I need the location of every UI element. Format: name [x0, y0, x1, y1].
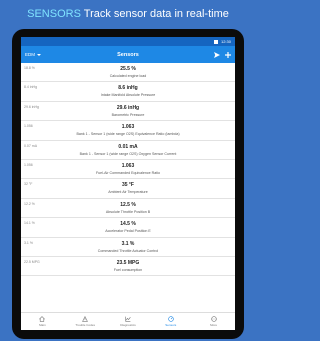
- sensor-name: Fuel consumption: [113, 267, 143, 272]
- sensor-list: 18.8 % 25.5 % Calculated engine load 8.4 in…: [21, 63, 235, 277]
- sensor-row[interactable]: 22.5 MPG 23.5 MPG Fuel consumption: [21, 257, 235, 277]
- nav-item-diagnostics[interactable]: Diagnostics: [113, 316, 143, 327]
- warning-icon: [82, 316, 89, 322]
- sensor-row[interactable]: 0.07 mA 0.01 mA Bank 1 - Sensor 1 (wide ra…: [21, 141, 235, 160]
- sensor-name: Bank 1 - Sensor 1 (wide range O2S) Oxyge…: [79, 151, 177, 156]
- sensor-name: Commanded Throttle Actuator Control: [97, 248, 159, 253]
- sensor-row[interactable]: 32 °F 35 °F Ambient Air Temperature: [21, 179, 235, 199]
- nav-item-label: More: [210, 323, 217, 327]
- sensor-value: 35 °F: [121, 182, 134, 189]
- sensor-row[interactable]: 1.056 1.063 Bank 1 - Sensor 1 (wide range …: [21, 121, 235, 141]
- sensor-value: 8.6 inHg: [118, 85, 138, 92]
- nav-item-label: Trouble Codes: [75, 323, 95, 327]
- sensor-value: 3.1 %: [121, 240, 135, 247]
- sensor-value: 23.5 MPG: [116, 259, 140, 266]
- bottom-navigation: Main Trouble Codes Diagnostics Sensors More: [21, 312, 235, 330]
- nav-item-main[interactable]: Main: [27, 316, 57, 327]
- status-time: 12:30: [220, 39, 231, 44]
- sensor-name: Absolute Throttle Position B: [105, 209, 151, 214]
- page-title: Sensors: [117, 51, 139, 58]
- nav-item-label: Diagnostics: [120, 323, 136, 327]
- send-icon[interactable]: [214, 51, 220, 58]
- sensor-row[interactable]: 14.1 % 14.5 % Accelerator Pedal Position E: [21, 218, 235, 238]
- unit-selector-label: EDM: [25, 52, 35, 57]
- promo-banner: SENSORS Track sensor data in real-time: [0, 4, 256, 24]
- chevron-down-icon: [37, 53, 41, 56]
- banner-tagline: Track sensor data in real-time: [83, 8, 229, 20]
- sensor-row[interactable]: 18.8 % 25.5 % Calculated engine load: [21, 63, 235, 83]
- nav-item-trouble-codes[interactable]: Trouble Codes: [70, 316, 100, 327]
- sensor-name: Barometric Pressure: [111, 112, 145, 117]
- home-icon: [39, 316, 46, 322]
- gauge-icon: [168, 316, 174, 322]
- chart-icon: [125, 316, 131, 322]
- sensor-row[interactable]: 29.6 inHg 29.6 inHg Barometric Pressure: [21, 102, 235, 122]
- status-bar: 12:30: [21, 37, 235, 46]
- sensor-row[interactable]: 3.1 % 3.1 % Commanded Throttle Actuator Co…: [21, 238, 235, 257]
- sensor-row[interactable]: 12.2 % 12.5 % Absolute Throttle Position B: [21, 199, 235, 219]
- sensor-value: 0.01 mA: [118, 143, 138, 150]
- nav-item-label: Sensors: [165, 323, 177, 327]
- sensor-value: 29.6 inHg: [116, 104, 140, 111]
- nav-item-more[interactable]: More: [199, 316, 229, 327]
- sensor-row[interactable]: 1.056 1.063 Fuel-Air Commanded Equivalence…: [21, 160, 235, 180]
- sensor-name: Accelerator Pedal Position E: [105, 229, 151, 234]
- sensor-name: Fuel-Air Commanded Equivalence Ratio: [95, 170, 161, 175]
- nav-item-label: Main: [39, 323, 46, 327]
- more-icon: [210, 316, 217, 322]
- banner-brand: SENSORS: [27, 8, 81, 20]
- nav-item-sensors[interactable]: Sensors: [156, 316, 186, 327]
- sensor-name: Bank 1 - Sensor 1 (wide range O2S) Equiv…: [76, 132, 180, 137]
- tablet-screen: 12:30 EDM Sensors 18.8 % 25.5 % Calculated…: [21, 37, 235, 330]
- unit-selector[interactable]: EDM: [25, 52, 41, 57]
- app-bar: EDM Sensors: [21, 46, 235, 63]
- sensor-value: 25.5 %: [120, 66, 136, 72]
- sensor-name: Intake Manifold Absolute Pressure: [100, 93, 156, 98]
- sensor-value: 1.063: [121, 124, 135, 131]
- signal-icon: [213, 39, 218, 44]
- sensor-name: Ambient Air Temperature: [108, 190, 148, 195]
- sensor-name: Calculated engine load: [109, 74, 147, 78]
- sensor-row[interactable]: 8.4 inHg 8.6 inHg Intake Manifold Absolute…: [21, 82, 235, 102]
- sensor-value: 1.063: [121, 162, 135, 169]
- add-icon[interactable]: [225, 51, 231, 58]
- sensor-value: 12.5 %: [120, 201, 136, 208]
- sensor-value: 14.5 %: [120, 221, 136, 228]
